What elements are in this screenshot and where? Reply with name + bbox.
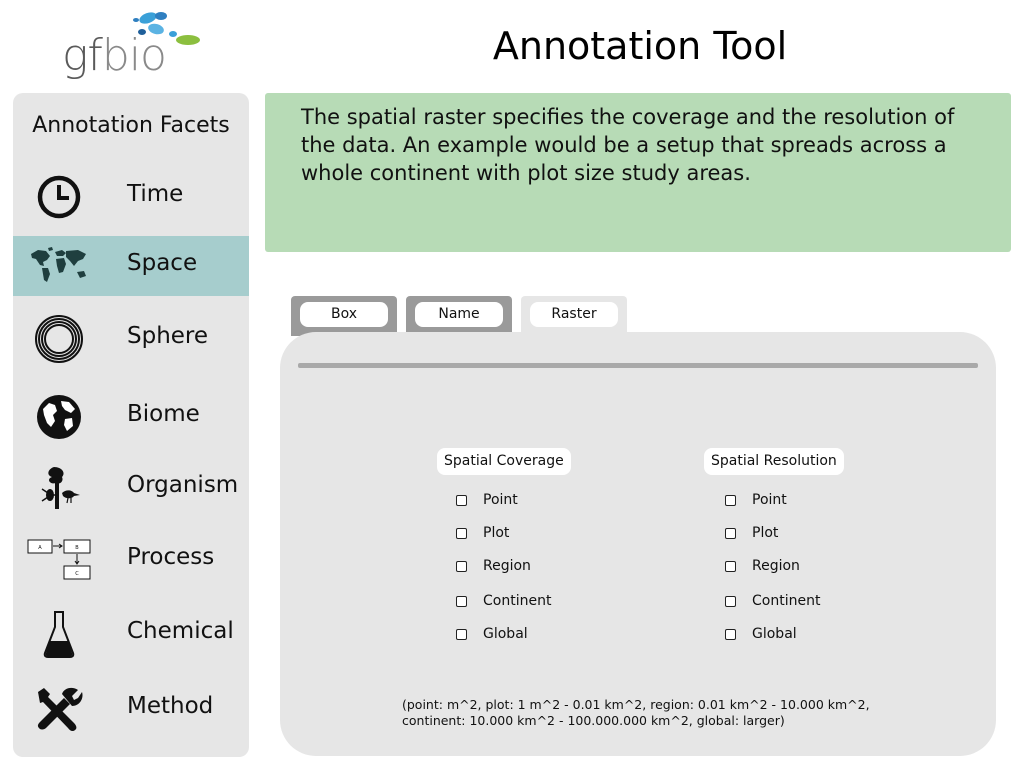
process-node-a-label: A	[38, 545, 42, 551]
sidebar-item-biome[interactable]: Biome	[13, 387, 249, 447]
spatial-resolution-label: Spatial Resolution	[704, 448, 844, 475]
globe-icon	[27, 391, 91, 443]
clock-icon	[27, 171, 91, 223]
tab-box[interactable]: Box	[291, 296, 397, 336]
sidebar-item-sphere[interactable]: Sphere	[13, 309, 249, 369]
sidebar-item-label: Method	[127, 693, 214, 719]
spatial-coverage-label: Spatial Coverage	[437, 448, 571, 475]
checkbox[interactable]	[456, 596, 467, 607]
checkbox[interactable]	[725, 629, 736, 640]
sidebar-item-label: Process	[127, 544, 215, 570]
process-diagram-icon: A B C	[27, 534, 91, 586]
tools-icon	[27, 683, 91, 735]
tab-label: Box	[300, 302, 388, 327]
checkbox[interactable]	[725, 561, 736, 572]
sidebar-item-label: Space	[127, 250, 198, 276]
annotation-facets-sidebar: Annotation Facets Time Space Sphere Biom…	[13, 93, 249, 757]
checkbox[interactable]	[456, 561, 467, 572]
tab-raster[interactable]: Raster	[521, 296, 627, 336]
checkbox[interactable]	[456, 528, 467, 539]
sidebar-item-label: Chemical	[127, 618, 234, 644]
unit-footnote: (point: m^2, plot: 1 m^2 - 0.01 km^2, re…	[402, 697, 870, 728]
tab-label: Name	[415, 302, 503, 327]
process-node-b-label: B	[75, 545, 79, 551]
sidebar-title: Annotation Facets	[32, 113, 230, 138]
facet-description: The spatial raster specifies the coverag…	[265, 93, 1011, 252]
sidebar-item-label: Sphere	[127, 323, 209, 349]
checkbox[interactable]	[725, 528, 736, 539]
tab-label: Raster	[530, 302, 618, 327]
checkbox[interactable]	[456, 495, 467, 506]
sidebar-item-label: Time	[127, 181, 184, 207]
sidebar-item-space[interactable]: Space	[13, 236, 249, 296]
sidebar-item-process[interactable]: A B C Process	[13, 530, 249, 590]
tab-name[interactable]: Name	[406, 296, 512, 336]
sidebar-item-chemical[interactable]: Chemical	[13, 604, 249, 664]
concentric-circles-icon	[27, 313, 91, 365]
checkbox[interactable]	[725, 495, 736, 506]
logo-blobs-icon	[133, 12, 200, 45]
sidebar-item-time[interactable]: Time	[13, 167, 249, 227]
flask-icon	[27, 608, 91, 660]
sidebar-item-label: Biome	[127, 401, 200, 427]
world-map-icon	[27, 240, 91, 292]
divider	[298, 363, 978, 368]
checkbox[interactable]	[456, 629, 467, 640]
gfbio-logo: gfbio	[58, 8, 208, 81]
organism-icon	[27, 462, 91, 514]
process-node-c-label: C	[75, 571, 79, 577]
checkbox[interactable]	[725, 596, 736, 607]
raster-panel: Spatial Coverage Point Plot Region Conti…	[280, 332, 996, 756]
sidebar-item-label: Organism	[127, 472, 239, 498]
page-title: Annotation Tool	[492, 24, 788, 68]
sidebar-item-method[interactable]: Method	[13, 679, 249, 739]
sidebar-item-organism[interactable]: Organism	[13, 458, 249, 518]
